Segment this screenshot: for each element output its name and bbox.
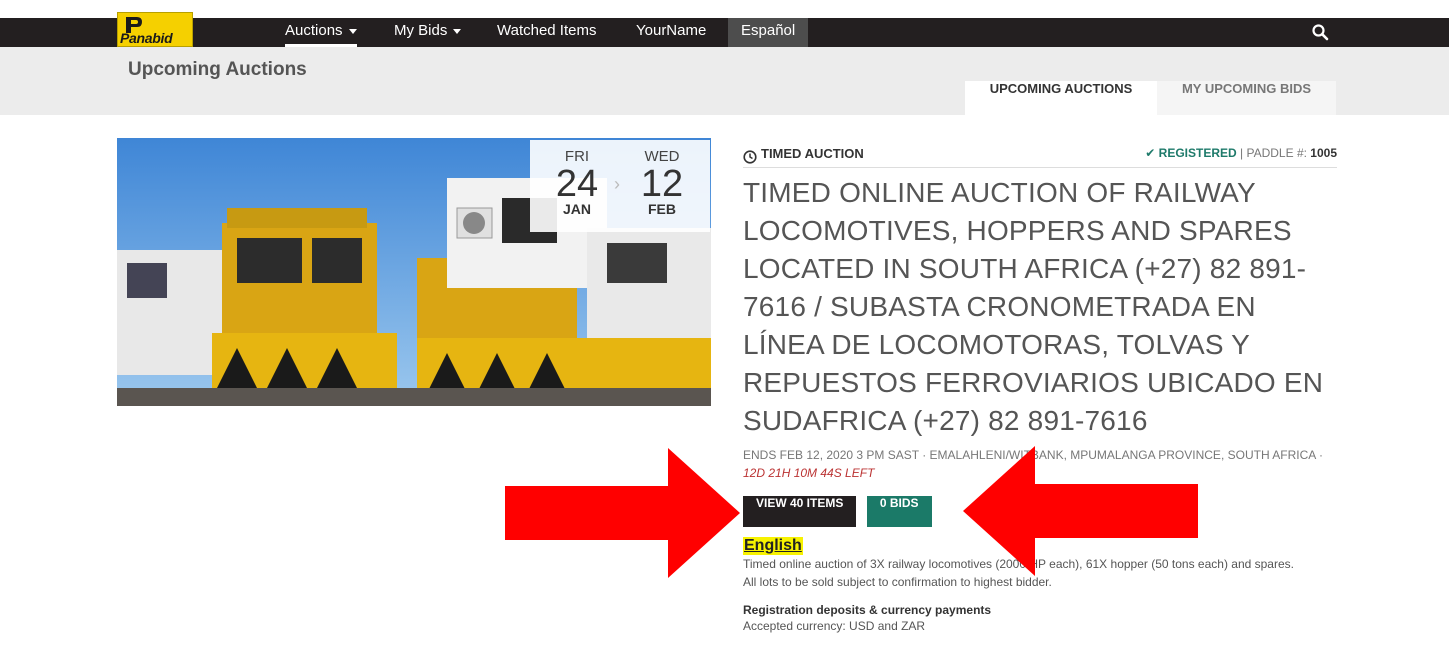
start-date: FRI 24 JAN bbox=[542, 148, 612, 217]
dot-separator: · bbox=[1318, 448, 1323, 462]
paddle-number: 1005 bbox=[1310, 146, 1337, 160]
divider: | bbox=[1240, 146, 1244, 160]
arrow-right-annotation-icon bbox=[505, 448, 740, 578]
end-day: 12 bbox=[640, 163, 684, 205]
nav-watched-items[interactable]: Watched Items bbox=[497, 18, 596, 47]
view-items-button[interactable]: VIEW 40 ITEMS bbox=[743, 496, 857, 527]
currency-info: Accepted currency: USD and ZAR bbox=[743, 619, 926, 633]
clock-icon bbox=[743, 150, 757, 164]
auction-status-row: TIMED AUCTION ✔ REGISTERED | PADDLE #: 1… bbox=[743, 140, 1337, 168]
chevron-down-icon bbox=[453, 28, 462, 34]
tab-upcoming-auctions[interactable]: UPCOMING AUCTIONS bbox=[965, 81, 1157, 115]
top-navbar: Panabid Auctions My Bids Watched Items Y… bbox=[0, 12, 1449, 47]
end-month: FEB bbox=[648, 201, 676, 217]
auction-type: TIMED AUCTION bbox=[743, 146, 864, 164]
nav-my-bids-label: My Bids bbox=[394, 22, 448, 39]
dot-separator: · bbox=[922, 448, 927, 462]
logo-text: Panabid bbox=[120, 30, 173, 46]
bids-button[interactable]: 0 BIDS bbox=[866, 496, 932, 527]
registration-status: ✔ REGISTERED | PADDLE #: 1005 bbox=[1145, 146, 1337, 160]
arrow-left-annotation-icon bbox=[963, 446, 1198, 576]
page-title: Upcoming Auctions bbox=[128, 59, 307, 80]
panabid-logo[interactable]: Panabid bbox=[117, 12, 193, 47]
chevron-down-icon bbox=[348, 28, 357, 34]
nav-auctions[interactable]: Auctions bbox=[285, 18, 357, 47]
auction-end-time: ENDS FEB 12, 2020 3 PM SAST bbox=[743, 448, 919, 462]
end-date: WED 12 FEB bbox=[627, 148, 697, 217]
deposits-heading: Registration deposits & currency payment… bbox=[743, 603, 992, 617]
search-icon[interactable] bbox=[1311, 23, 1329, 41]
tab-my-upcoming-bids[interactable]: MY UPCOMING BIDS bbox=[1157, 81, 1336, 115]
time-left: 12D 21H 10M 44S LEFT bbox=[743, 466, 875, 480]
nav-user-name[interactable]: YourName bbox=[636, 18, 706, 47]
auction-type-label: TIMED AUCTION bbox=[761, 146, 864, 161]
page-header: Upcoming Auctions UPCOMING AUCTIONS MY U… bbox=[0, 47, 1449, 115]
paddle-label: PADDLE #: bbox=[1246, 146, 1307, 160]
chevron-right-icon: › bbox=[614, 174, 620, 194]
auction-date-range: FRI 24 JAN › WED 12 FEB bbox=[530, 140, 710, 232]
start-day: 24 bbox=[555, 163, 599, 205]
start-month: JAN bbox=[562, 201, 591, 217]
nav-my-bids[interactable]: My Bids bbox=[394, 18, 462, 47]
registered-label: REGISTERED bbox=[1158, 146, 1237, 160]
nav-language-toggle[interactable]: Español bbox=[728, 18, 809, 47]
checkmark-icon: ✔ bbox=[1145, 146, 1156, 160]
language-heading: English bbox=[743, 537, 803, 555]
auction-title[interactable]: TIMED ONLINE AUCTION OF RAILWAY LOCOMOTI… bbox=[743, 174, 1337, 440]
nav-auctions-label: Auctions bbox=[285, 22, 343, 39]
